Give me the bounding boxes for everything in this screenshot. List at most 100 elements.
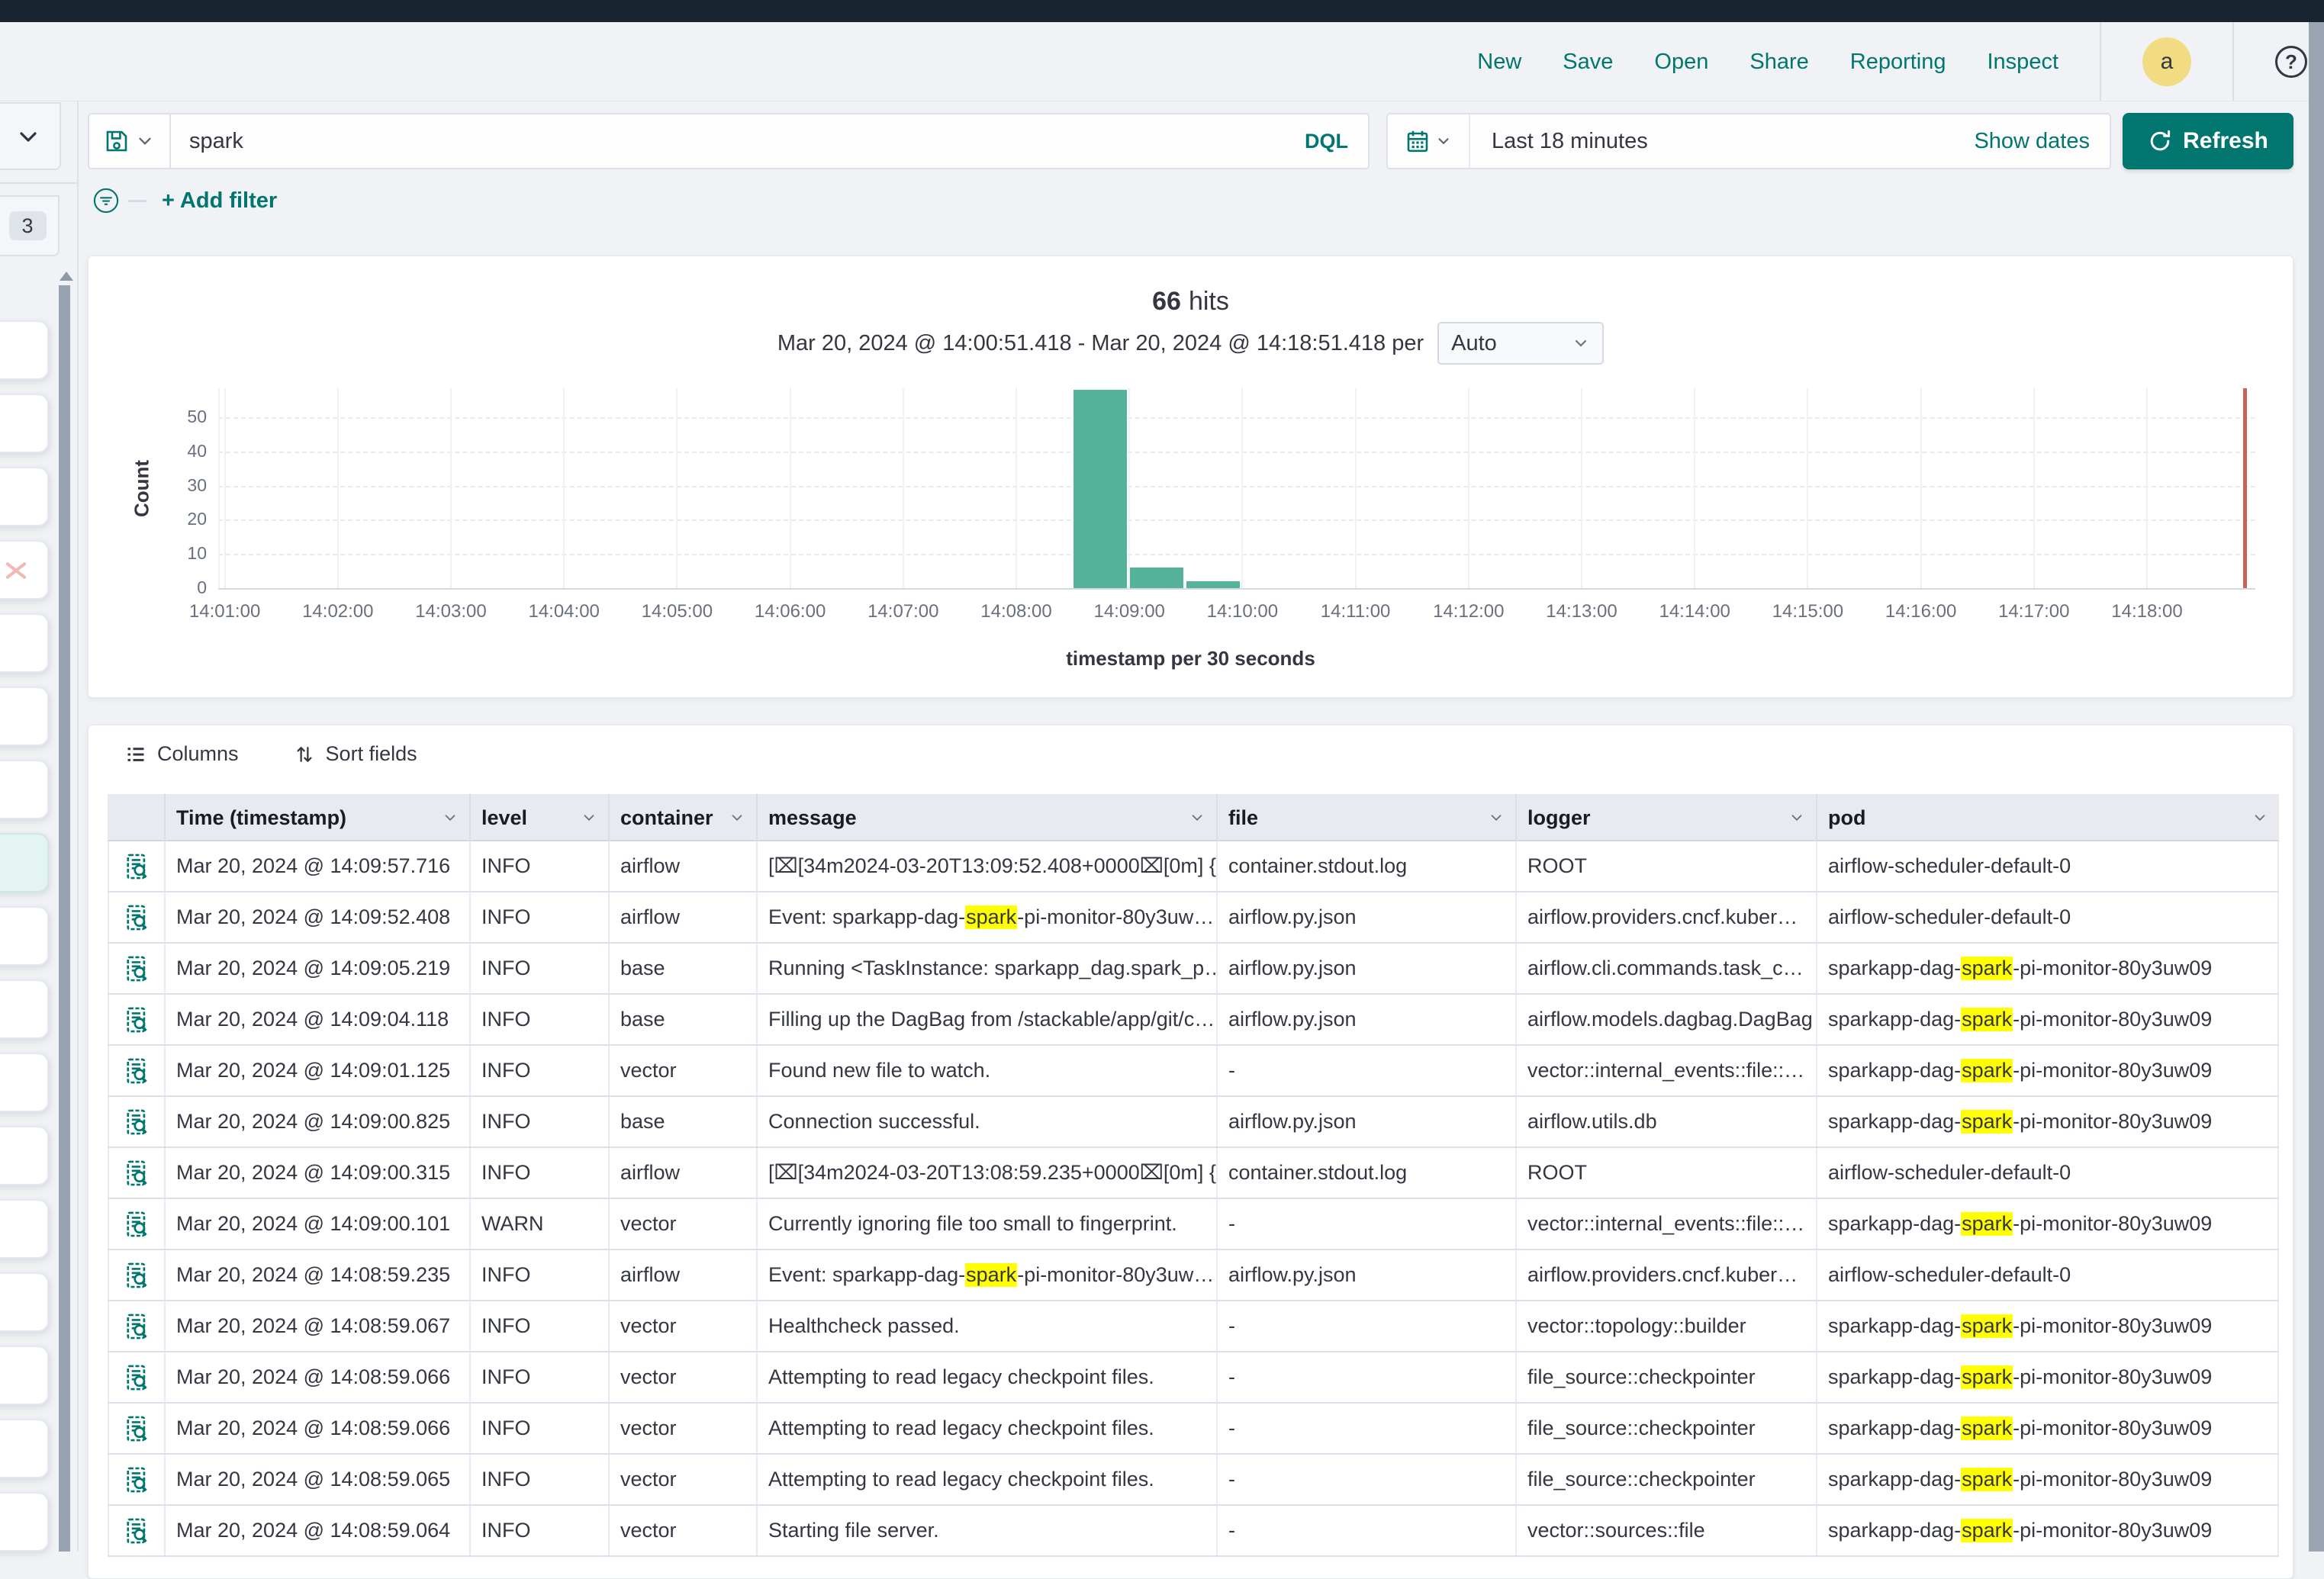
y-axis-tick: 10 [89,543,207,564]
expand-row-button[interactable] [108,1199,164,1249]
sidebar-filter-count[interactable]: 3 [0,195,60,256]
histogram-bar[interactable] [1186,581,1240,588]
cell-logger: vector::internal_events::file::… [1515,1046,1816,1095]
avatar[interactable]: a [2142,37,2191,86]
sidebar-panel[interactable] [0,906,49,966]
table-row: Mar 20, 2024 @ 14:09:04.118INFObaseFilli… [108,995,2279,1046]
help-icon[interactable]: ? [2275,46,2307,78]
expand-row-button[interactable] [108,944,164,993]
column-header-logger[interactable]: logger [1515,794,1816,841]
gridline [1581,388,1582,588]
sidebar-panel[interactable] [0,394,49,453]
cell-file: container.stdout.log [1216,841,1515,891]
cell-level: INFO [469,1455,608,1504]
query-language-button[interactable]: DQL [1285,130,1368,153]
cell-time: Mar 20, 2024 @ 14:08:59.065 [164,1455,469,1504]
search-highlight: spark [1961,1468,2013,1491]
column-header-label: message [768,806,857,830]
x-axis-tick: 14:14:00 [1638,601,1751,622]
nav-link-share[interactable]: Share [1749,50,1808,75]
sidebar-panel[interactable] [0,467,49,526]
expand-row-button[interactable] [108,1352,164,1402]
filter-funnel-icon[interactable] [93,188,119,214]
sidebar-panel[interactable] [0,833,49,892]
histogram-bar[interactable] [1130,568,1183,588]
sidebar-panel[interactable] [0,613,49,673]
filter-dash [128,200,146,202]
nav-link-save[interactable]: Save [1563,50,1613,75]
window-scrollbar[interactable] [2309,22,2324,1552]
expand-row-button[interactable] [108,1455,164,1504]
x-axis-tick: 14:10:00 [1186,601,1299,622]
cell-time: Mar 20, 2024 @ 14:08:59.235 [164,1250,469,1300]
sidebar-collapse-button[interactable] [0,102,61,170]
column-header-message[interactable]: message [756,794,1216,841]
cell-container: vector [608,1352,756,1402]
sort-chevron-icon [729,809,745,826]
interval-select[interactable]: Auto [1437,322,1604,365]
column-header-level[interactable]: level [469,794,608,841]
cell-message: [⌧[34m2024-03-20T13:09:52.408+0000⌧[0m] … [756,841,1216,891]
search-query-input[interactable] [171,129,1285,154]
expand-row-button[interactable] [108,1506,164,1555]
add-filter-button[interactable]: + Add filter [162,188,277,214]
sort-chevron-icon [1788,809,1805,826]
sidebar-panel[interactable] [0,760,49,819]
sidebar-panel[interactable] [0,1126,49,1185]
table-header-row: Time (timestamp) levelcontainer message fil… [108,794,2279,841]
rail-scroll-up-arrow[interactable] [60,272,73,281]
nav-divider [2100,22,2101,101]
expand-row-button[interactable] [108,1250,164,1300]
sort-fields-button-label: Sort fields [326,742,417,766]
expand-row-button[interactable] [108,1046,164,1095]
sidebar-panel[interactable] [0,320,49,380]
sidebar-panel[interactable] [0,1199,49,1259]
column-header-pod[interactable]: pod [1816,794,2279,841]
column-header-file[interactable]: file [1216,794,1515,841]
search-highlight: spark [1961,1212,2013,1236]
close-icon[interactable] [5,559,27,582]
sidebar-panel[interactable] [0,1346,49,1405]
refresh-button[interactable]: Refresh [2123,113,2293,169]
y-axis-tick: 40 [89,441,207,461]
column-header-container[interactable]: container [608,794,756,841]
nav-link-reporting[interactable]: Reporting [1850,50,1946,75]
sidebar-panel[interactable] [0,687,49,746]
sidebar-panel[interactable] [0,1272,49,1332]
cell-logger: file_source::checkpointer [1515,1455,1816,1504]
expand-row-button[interactable] [108,841,164,891]
nav-link-inspect[interactable]: Inspect [1988,50,2059,75]
sidebar-panel[interactable] [0,1492,49,1552]
columns-button[interactable]: Columns [125,742,239,766]
cell-time: Mar 20, 2024 @ 14:09:00.101 [164,1199,469,1249]
column-header-time[interactable]: Time (timestamp) [164,794,469,841]
expand-row-button[interactable] [108,1301,164,1351]
nav-link-new[interactable]: New [1477,50,1521,75]
nav-link-open[interactable]: Open [1654,50,1708,75]
time-range-value[interactable]: Last 18 minutes [1470,129,1974,154]
sidebar-panel[interactable] [0,1053,49,1112]
saved-query-menu-button[interactable] [89,114,171,168]
x-axis-tick: 14:12:00 [1412,601,1525,622]
cell-time: Mar 20, 2024 @ 14:09:05.219 [164,944,469,993]
hits-label: hits [1189,287,1229,317]
expand-row-button[interactable] [108,1404,164,1453]
quick-select-menu-button[interactable] [1388,114,1470,168]
column-header-label: Time (timestamp) [176,806,346,830]
sort-fields-button[interactable]: Sort fields [294,742,417,766]
rail-scrollbar[interactable] [59,285,70,1552]
sidebar-panel[interactable] [0,979,49,1039]
show-dates-button[interactable]: Show dates [1974,129,2110,154]
inspect-document-icon [123,1211,150,1238]
expand-row-button[interactable] [108,892,164,942]
cell-level: INFO [469,1097,608,1146]
x-axis-tick: 14:08:00 [960,601,1073,622]
expand-row-button[interactable] [108,995,164,1044]
expand-row-button[interactable] [108,1097,164,1146]
sidebar-panel[interactable] [0,1419,49,1478]
histogram-bar[interactable] [1073,390,1127,588]
column-header-label: logger [1527,806,1591,830]
cell-message: Starting file server. [756,1506,1216,1555]
expand-row-button[interactable] [108,1148,164,1198]
sidebar-panel[interactable] [0,540,49,600]
